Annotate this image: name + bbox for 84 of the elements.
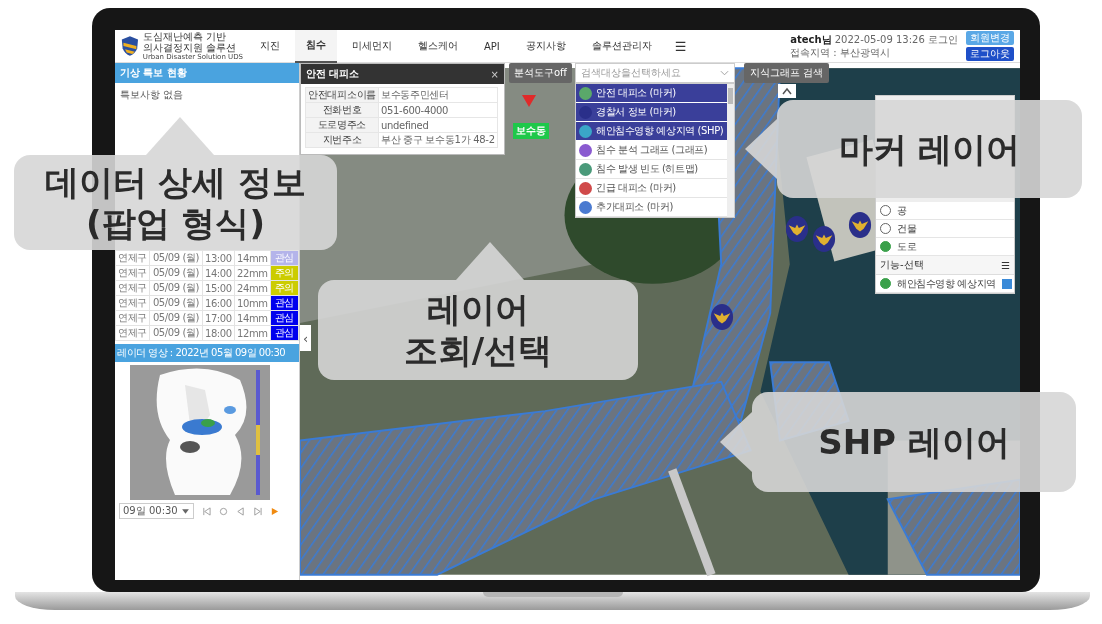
toggle-label: 공	[897, 203, 907, 218]
layer-item[interactable]: 안전 대피소 (마커)	[576, 84, 727, 103]
nav-tab[interactable]: 지진	[249, 30, 291, 63]
table-cell: 연제구	[115, 265, 150, 281]
nav-tab[interactable]: 침수	[295, 30, 337, 63]
popup-title: 안전 대피소	[306, 67, 360, 81]
section-title: 기능-선택	[880, 258, 924, 272]
nav-tab[interactable]: API	[473, 30, 511, 63]
table-cell: 10mm	[234, 295, 271, 311]
callout-text: 레이어 조회/선택	[403, 289, 553, 371]
table-cell: 05/09 (월)	[149, 295, 203, 311]
search-button[interactable]: 지식그래프 검색	[744, 63, 830, 83]
table-cell: 05/09 (월)	[149, 280, 203, 296]
time-value: 09일 00:30	[123, 504, 178, 518]
table-cell: 15:00	[202, 280, 235, 296]
color-swatch	[1001, 278, 1012, 289]
toggle[interactable]	[880, 278, 891, 289]
field-value: undefined	[378, 117, 498, 133]
callout-text: 마커 레이어	[838, 128, 1021, 170]
toggle-label: 건물	[897, 221, 917, 236]
play-icon[interactable]	[269, 506, 279, 516]
table-cell: 연제구	[115, 280, 150, 296]
user-region: 접속지역 : 부산광역시	[790, 46, 891, 59]
collapse-handle[interactable]: ‹	[300, 325, 311, 351]
toggle[interactable]	[880, 241, 891, 252]
table-cell: 17:00	[202, 310, 235, 326]
close-button[interactable]: ×	[490, 68, 499, 80]
risk-level: 관심	[270, 250, 299, 266]
table-cell: 05/09 (월)	[149, 325, 203, 341]
chevron-icon	[720, 70, 729, 76]
collapse-button[interactable]	[778, 84, 796, 98]
table-cell: 05/09 (월)	[149, 265, 203, 281]
table-cell: 연제구	[115, 295, 150, 311]
table-cell: 연제구	[115, 325, 150, 341]
select-placeholder: 검색대상을선택하세요	[581, 66, 681, 80]
logo-text: 도심재난예측 기반	[142, 30, 227, 42]
badge-icon[interactable]	[710, 303, 734, 331]
user-name: atech님	[790, 34, 832, 45]
table-cell: 14:00	[202, 265, 235, 281]
nav-tab[interactable]: 미세먼지	[341, 30, 403, 63]
layer-item[interactable]: 해안침수영향 예상지역 (SHP)	[576, 122, 727, 141]
shield-logo-icon	[121, 33, 139, 59]
table-cell: 연제구	[115, 310, 150, 326]
nav-tab[interactable]: 헬스케어	[407, 30, 469, 63]
chevron-up-icon	[782, 87, 792, 95]
nav-tab[interactable]: 솔루션관리자	[580, 30, 663, 63]
menu-icon[interactable]: ☰	[1001, 259, 1010, 271]
table-cell: 14mm	[234, 310, 271, 326]
layer-item[interactable]: 추가대피소 (마커)	[576, 198, 727, 217]
badge-icon[interactable]	[812, 225, 836, 253]
table-cell: 24mm	[234, 280, 271, 296]
marker-icon	[522, 95, 536, 107]
panel-title: 기상 특보 현황	[115, 63, 299, 83]
table-cell: 12mm	[234, 325, 271, 341]
logout-button[interactable]: 로그아웃	[966, 47, 1014, 61]
field-value: 051-600-4000	[378, 102, 498, 118]
badge-icon[interactable]	[785, 215, 809, 243]
login-time: 2022-05-09 13:26 로그인	[834, 34, 958, 45]
callout-text: 데이터 상세 정보 (팝업 형식)	[44, 161, 307, 244]
layer-item[interactable]: 침수 분석 그래프 (그래프)	[576, 141, 727, 160]
toggle-label: 도로	[897, 239, 917, 254]
layer-item[interactable]: 침수 발생 빈도 (히트맵)	[576, 160, 727, 179]
callout-text: SHP 레이어	[818, 421, 1010, 463]
table-cell: 22mm	[234, 265, 271, 281]
field-value: 부산 중구 보수동1가 48-2	[378, 132, 498, 148]
time-select[interactable]: 09일 00:30	[119, 503, 194, 519]
notice-text: 특보사항 없음	[120, 89, 184, 100]
table-cell: 연제구	[115, 250, 150, 266]
logo-text: 의사결정지원 솔루션	[142, 41, 236, 53]
menu-icon[interactable]: ☰	[666, 30, 695, 63]
field-label: 안전대피소이름	[305, 87, 379, 103]
table-cell: 05/09 (월)	[149, 310, 203, 326]
function-label: 해안침수영향 예상지역	[897, 276, 996, 291]
field-value: 보수동주민센터	[378, 87, 498, 103]
layer-item[interactable]: 긴급 대피소 (마커)	[576, 179, 727, 198]
analysis-toggle[interactable]: 분석도구off	[509, 63, 572, 83]
radar-title: 레이더 영상 : 2022년 05월 09일 00:30	[115, 344, 299, 362]
map-label: 보수동	[513, 123, 549, 139]
table-cell: 16:00	[202, 295, 235, 311]
badge-icon[interactable]	[848, 211, 872, 239]
caret-icon	[180, 506, 190, 516]
table-cell: 18:00	[202, 325, 235, 341]
layer-item[interactable]: 경찰서 정보 (마커)	[576, 103, 727, 122]
nav-tab[interactable]: 공지사항	[514, 30, 577, 63]
